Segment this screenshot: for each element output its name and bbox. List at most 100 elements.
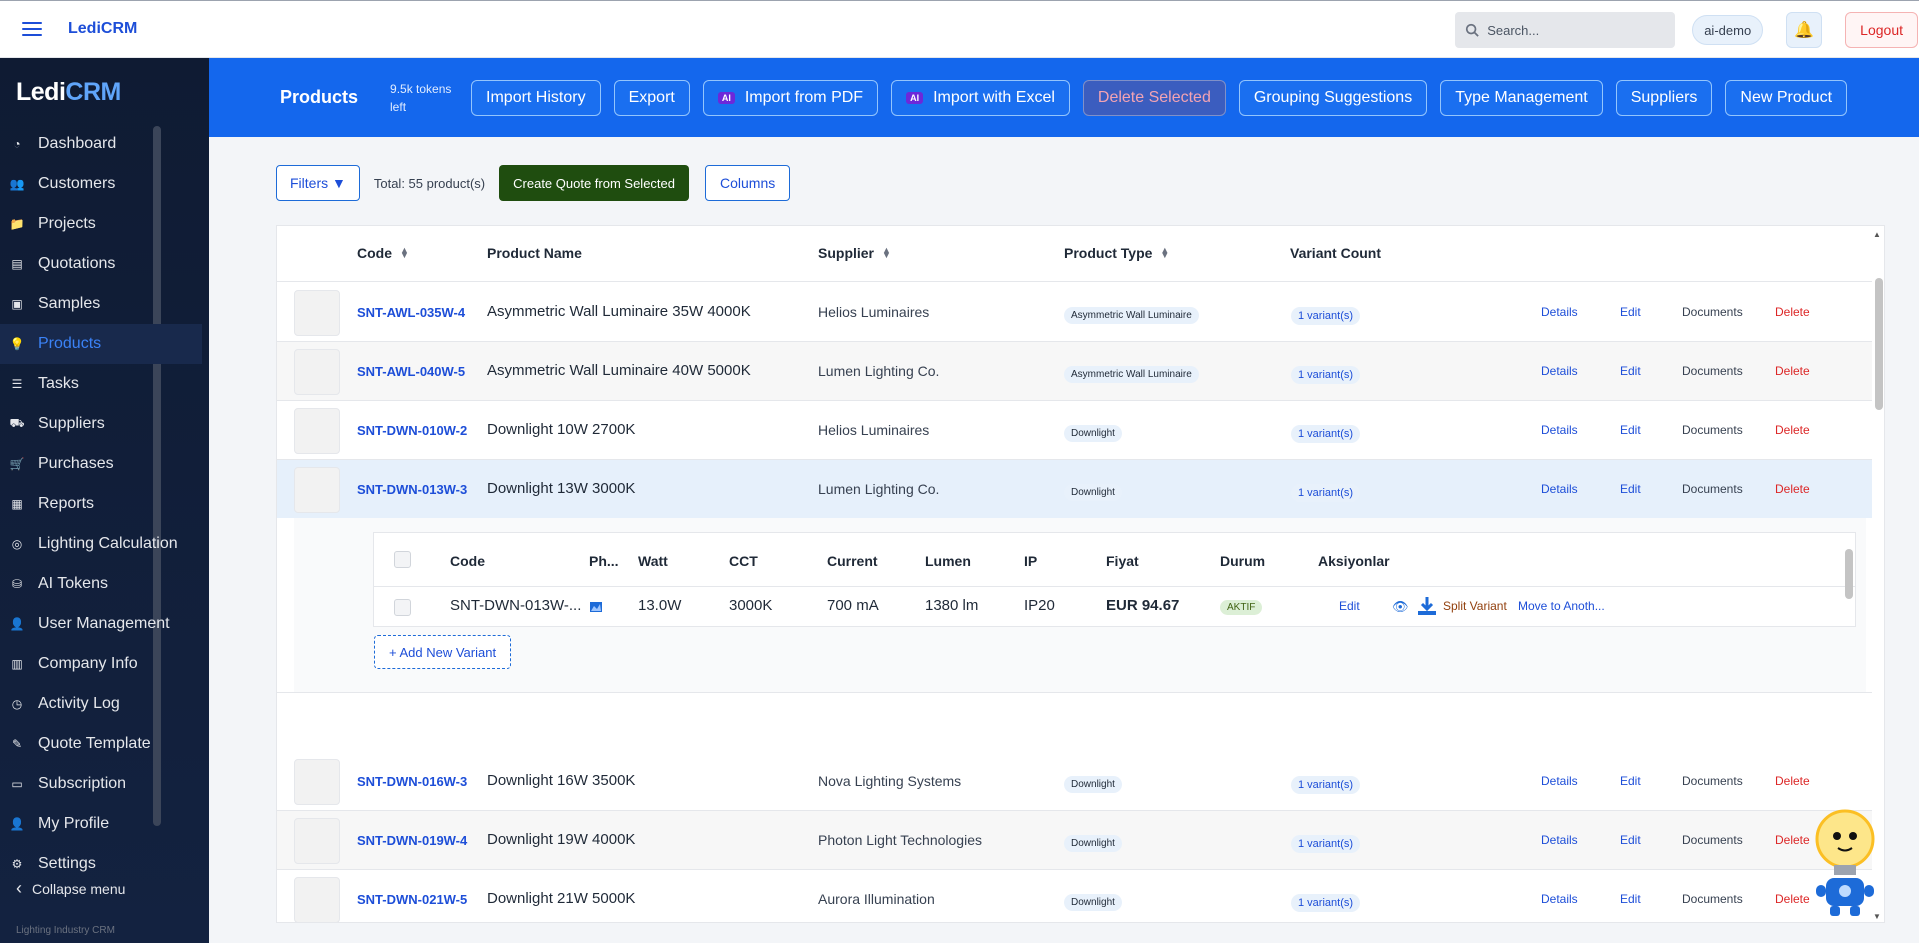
variants-scrollbar[interactable] xyxy=(1843,533,1855,626)
details-button[interactable]: Details xyxy=(1541,892,1578,906)
variant-count-badge[interactable]: 1 variant(s) xyxy=(1291,425,1361,443)
sidebar-item-projects[interactable]: 📁 Projects xyxy=(0,204,202,244)
sidebar-item-samples[interactable]: ▣ Samples xyxy=(0,284,202,324)
sidebar-item-customers[interactable]: 👥 Customers xyxy=(0,164,202,204)
edit-button[interactable]: Edit xyxy=(1620,482,1641,496)
bell-icon[interactable]: 🔔 xyxy=(1786,12,1823,48)
grouping-suggestions-button[interactable]: Grouping Suggestions xyxy=(1238,79,1428,116)
variant-count-badge[interactable]: 1 variant(s) xyxy=(1291,776,1361,794)
import-pdf-button[interactable]: AI Import from PDF xyxy=(702,79,879,116)
edit-button[interactable]: Edit xyxy=(1620,833,1641,847)
table-row[interactable]: SNT-DWN-021W-5 Downlight 21W 5000K Aurora … xyxy=(277,870,1874,922)
top-brand[interactable]: LediCRM xyxy=(68,20,137,38)
details-button[interactable]: Details xyxy=(1541,305,1578,319)
variant-count-badge[interactable]: 1 variant(s) xyxy=(1291,484,1361,502)
add-variant-button[interactable]: + Add New Variant xyxy=(374,635,512,669)
table-row[interactable]: SNT-DWN-019W-4 Downlight 19W 4000K Photon … xyxy=(277,811,1874,870)
new-product-button[interactable]: New Product xyxy=(1725,79,1848,116)
suppliers-button[interactable]: Suppliers xyxy=(1615,79,1713,116)
photo-icon[interactable] xyxy=(589,600,603,618)
product-code[interactable]: SNT-AWL-040W-5 xyxy=(357,364,473,379)
sidebar-logo[interactable]: LediCRM xyxy=(16,78,121,107)
delete-button[interactable]: Delete xyxy=(1775,833,1810,847)
table-row[interactable]: SNT-AWL-035W-4 Asymmetric Wall Luminaire … xyxy=(277,283,1874,342)
header-supplier[interactable]: Supplier ▲ ▼ xyxy=(818,245,891,261)
product-thumbnail[interactable] xyxy=(294,349,340,395)
details-button[interactable]: Details xyxy=(1541,364,1578,378)
product-code[interactable]: SNT-DWN-021W-5 xyxy=(357,892,473,907)
product-code[interactable]: SNT-DWN-010W-2 xyxy=(357,423,473,438)
delete-button[interactable]: Delete xyxy=(1775,364,1810,378)
documents-button[interactable]: Documents xyxy=(1682,833,1743,847)
details-button[interactable]: Details xyxy=(1541,833,1578,847)
edit-button[interactable]: Edit xyxy=(1620,774,1641,788)
table-row[interactable]: SNT-AWL-040W-5 Asymmetric Wall Luminaire … xyxy=(277,342,1874,401)
sidebar-item-suppliers[interactable]: ⛟ Suppliers xyxy=(0,404,202,444)
eye-icon[interactable]: 👁 xyxy=(1392,599,1409,615)
product-thumbnail[interactable] xyxy=(294,467,340,513)
table-row[interactable]: SNT-DWN-010W-2 Downlight 10W 2700K Helios … xyxy=(277,401,1874,460)
documents-button[interactable]: Documents xyxy=(1682,774,1743,788)
variant-count-badge[interactable]: 1 variant(s) xyxy=(1291,307,1361,325)
header-product-type[interactable]: Product Type ▲ ▼ xyxy=(1064,245,1169,261)
edit-button[interactable]: Edit xyxy=(1620,305,1641,319)
sidebar-item-subscription[interactable]: ▭ Subscription xyxy=(0,764,202,804)
details-button[interactable]: Details xyxy=(1541,423,1578,437)
product-thumbnail[interactable] xyxy=(294,290,340,336)
sidebar-item-user-management[interactable]: 👤 User Management xyxy=(0,604,202,644)
sidebar-item-ai-tokens[interactable]: ⛁ AI Tokens xyxy=(0,564,202,604)
delete-button[interactable]: Delete xyxy=(1775,482,1810,496)
sidebar-item-tasks[interactable]: ☰ Tasks xyxy=(0,364,202,404)
delete-button[interactable]: Delete xyxy=(1775,305,1810,319)
product-code[interactable]: SNT-DWN-016W-3 xyxy=(357,774,473,789)
product-code[interactable]: SNT-DWN-013W-3 xyxy=(357,482,473,497)
product-thumbnail[interactable] xyxy=(294,818,340,864)
edit-button[interactable]: Edit xyxy=(1620,423,1641,437)
assistant-mascot-icon[interactable] xyxy=(1812,805,1878,921)
sidebar-item-activity-log[interactable]: ◷ Activity Log xyxy=(0,684,202,724)
move-variant-button[interactable]: Move to Anoth... xyxy=(1518,599,1605,613)
sidebar-item-reports[interactable]: ▦ Reports xyxy=(0,484,202,524)
product-thumbnail[interactable] xyxy=(294,408,340,454)
details-button[interactable]: Details xyxy=(1541,482,1578,496)
download-icon[interactable] xyxy=(1416,595,1438,621)
header-code[interactable]: Code ▲ ▼ xyxy=(357,245,409,261)
logout-button[interactable]: Logout xyxy=(1845,12,1918,48)
user-badge[interactable]: ai-demo xyxy=(1692,15,1764,45)
type-management-button[interactable]: Type Management xyxy=(1440,79,1603,116)
sidebar-item-lighting-calculation[interactable]: ◎ Lighting Calculation xyxy=(0,524,202,564)
split-variant-button[interactable]: Split Variant xyxy=(1443,599,1507,613)
variant-count-badge[interactable]: 1 variant(s) xyxy=(1291,366,1361,384)
sidebar-item-company-info[interactable]: ▥ Company Info xyxy=(0,644,202,684)
collapse-menu-button[interactable]: ‹ Collapse menu xyxy=(16,878,125,899)
documents-button[interactable]: Documents xyxy=(1682,423,1743,437)
columns-button[interactable]: Columns xyxy=(705,165,791,201)
import-excel-button[interactable]: AI Import with Excel xyxy=(891,79,1070,116)
details-button[interactable]: Details xyxy=(1541,774,1578,788)
sidebar-item-dashboard[interactable]: ◔ Dashboard xyxy=(0,124,202,164)
variant-edit-button[interactable]: Edit xyxy=(1339,599,1360,613)
export-button[interactable]: Export xyxy=(613,79,690,116)
delete-button[interactable]: Delete xyxy=(1775,423,1810,437)
variant-checkbox[interactable] xyxy=(394,599,411,616)
product-thumbnail[interactable] xyxy=(294,759,340,805)
sidebar-item-products[interactable]: 💡 Products xyxy=(0,324,202,364)
filters-button[interactable]: Filters ▼ xyxy=(276,165,360,201)
product-thumbnail[interactable] xyxy=(294,877,340,922)
product-code[interactable]: SNT-AWL-035W-4 xyxy=(357,305,473,320)
delete-button[interactable]: Delete xyxy=(1775,892,1810,906)
sidebar-item-quote-template[interactable]: ✎ Quote Template xyxy=(0,724,202,764)
documents-button[interactable]: Documents xyxy=(1682,364,1743,378)
select-all-checkbox[interactable] xyxy=(394,551,411,568)
variant-count-badge[interactable]: 1 variant(s) xyxy=(1291,894,1361,912)
documents-button[interactable]: Documents xyxy=(1682,482,1743,496)
sidebar-item-purchases[interactable]: 🛒 Purchases xyxy=(0,444,202,484)
documents-button[interactable]: Documents xyxy=(1682,892,1743,906)
create-quote-button[interactable]: Create Quote from Selected xyxy=(499,165,689,201)
product-code[interactable]: SNT-DWN-019W-4 xyxy=(357,833,473,848)
edit-button[interactable]: Edit xyxy=(1620,892,1641,906)
variant-count-badge[interactable]: 1 variant(s) xyxy=(1291,835,1361,853)
documents-button[interactable]: Documents xyxy=(1682,305,1743,319)
table-row[interactable]: SNT-DWN-016W-3 Downlight 16W 3500K Nova Li… xyxy=(277,752,1874,811)
sidebar-item-my-profile[interactable]: 👤 My Profile xyxy=(0,804,202,844)
